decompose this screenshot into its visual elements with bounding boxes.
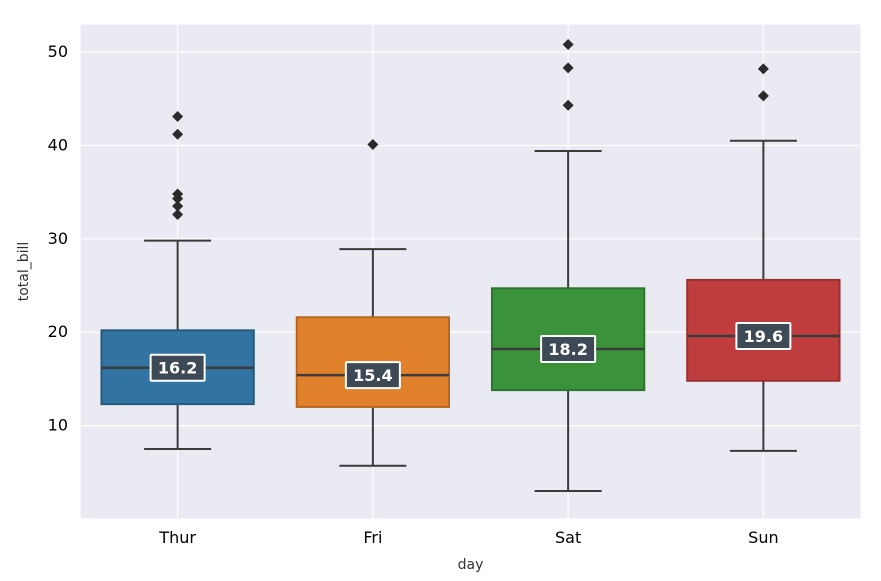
- x-tick-label: Sun: [748, 528, 778, 547]
- median-annotation-label: 16.2: [158, 359, 197, 378]
- y-tick-label: 20: [48, 322, 68, 341]
- x-tick-label: Sat: [555, 528, 581, 547]
- box-plot-chart: 10 20 30 40 50 16.2 Thur 15.4 Fri 18.2 Sat 19.6 Sun d…: [0, 0, 881, 581]
- y-tick-label: 30: [48, 229, 68, 248]
- y-tick-label: 10: [48, 416, 68, 435]
- median-annotation-label: 19.6: [744, 327, 783, 346]
- median-annotation-label: 15.4: [353, 366, 392, 385]
- x-tick-label: Fri: [363, 528, 382, 547]
- x-axis-label: day: [458, 557, 484, 573]
- y-tick-label: 50: [48, 42, 68, 61]
- plot-area: [80, 24, 861, 519]
- y-tick-label: 40: [48, 135, 68, 154]
- median-annotation-label: 18.2: [548, 340, 587, 359]
- y-axis-label: total_bill: [16, 242, 32, 302]
- x-tick-label: Thur: [158, 528, 196, 547]
